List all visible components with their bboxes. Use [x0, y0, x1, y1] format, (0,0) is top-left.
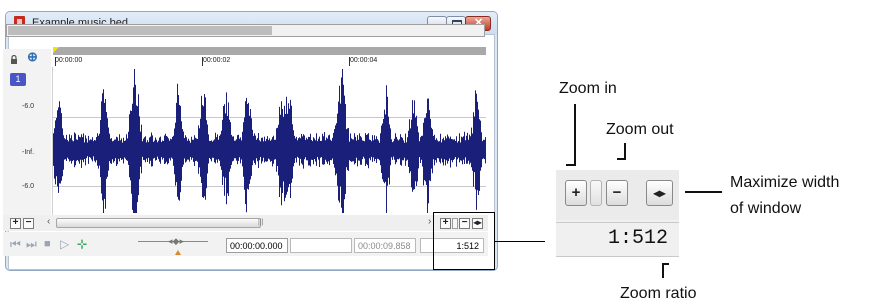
cursor-position-field[interactable]: 00:00:00.000 — [226, 238, 288, 253]
ruler-bar[interactable] — [53, 47, 486, 55]
zoom-out-leader — [617, 158, 626, 160]
zoom-in-leader — [566, 164, 576, 166]
zoom-in-icon[interactable]: + — [565, 180, 587, 206]
play-icon[interactable]: ▷ — [60, 237, 69, 251]
overview-selection[interactable] — [8, 26, 272, 35]
go-to-start-icon[interactable]: ⏮ — [10, 237, 21, 251]
loop-play-icon[interactable]: ⊹ — [77, 237, 87, 251]
callout-connector — [495, 241, 545, 242]
go-to-end-icon[interactable]: ⏭ — [26, 237, 37, 251]
waveform[interactable] — [53, 67, 486, 215]
track-number-badge[interactable]: 1 — [10, 73, 26, 86]
maximize-leader — [685, 191, 722, 193]
stop-icon[interactable]: ■ — [44, 237, 51, 251]
overview-bar[interactable] — [6, 24, 485, 37]
zoom-ratio-leader — [662, 263, 664, 278]
zoom-separator — [590, 180, 602, 206]
horizontal-scrollbar[interactable] — [56, 218, 261, 228]
length-field[interactable]: 00:00:09.858 — [354, 238, 416, 253]
slider-thumb[interactable]: ◂◆▸ — [168, 236, 184, 247]
zoom-out-vertical-button[interactable]: − — [23, 218, 34, 229]
cursor-flag-icon[interactable] — [53, 47, 59, 53]
zoom-out-label: Zoom out — [606, 121, 674, 138]
zoom-in-label: Zoom in — [559, 80, 617, 97]
timecode-label: 00:00:04 — [350, 57, 378, 64]
timecode-label: 00:00:00 — [55, 57, 83, 64]
scrollbar-grip[interactable]: ||| — [258, 219, 263, 226]
maximize-width-label: Maximize width — [730, 174, 840, 191]
slider-marker — [175, 250, 181, 255]
maximize-width-icon[interactable]: ◂▸ — [646, 180, 673, 206]
zoom-ratio-label: Zoom ratio — [620, 285, 697, 302]
db-label: -Inf. — [22, 149, 35, 156]
zoom-out-icon[interactable]: − — [606, 180, 628, 206]
db-label: -6.0 — [22, 103, 35, 110]
db-label: -6.0 — [22, 183, 35, 190]
lock-icon[interactable] — [10, 55, 18, 64]
callout-highlight-box — [433, 212, 495, 270]
maximize-width-label: of window — [730, 200, 802, 217]
scroll-right-icon[interactable]: › — [428, 216, 431, 227]
zoom-in-vertical-button[interactable]: + — [10, 218, 21, 229]
zoom-ratio-leader — [662, 263, 669, 265]
detail-divider — [556, 222, 679, 223]
timecode-label: 00:00:02 — [203, 57, 231, 64]
zoom-ratio-value: 1:512 — [607, 227, 668, 250]
zoom-in-leader — [574, 104, 576, 166]
scroll-left-icon[interactable]: ‹ — [47, 216, 50, 227]
snap-icon[interactable]: ⊕ — [27, 49, 41, 65]
selection-field[interactable] — [290, 238, 352, 253]
waveform-trace — [53, 69, 486, 213]
